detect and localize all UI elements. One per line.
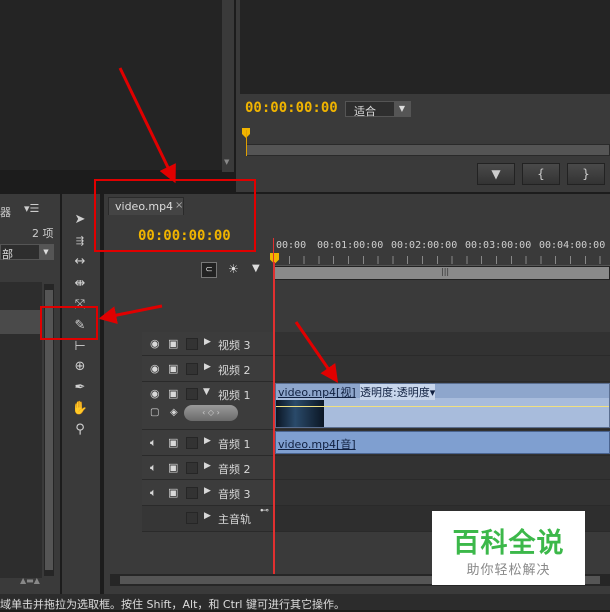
watermark-title: 百科全说 <box>452 528 565 559</box>
arrow-to-timecode <box>118 67 176 184</box>
watermark-subtitle: 助你轻松解决 <box>466 563 551 578</box>
arrow-to-razor-tool <box>98 304 163 325</box>
arrow-to-video-clip <box>294 321 339 383</box>
watermark-logo: 百科全说 助你轻松解决 <box>432 511 585 585</box>
